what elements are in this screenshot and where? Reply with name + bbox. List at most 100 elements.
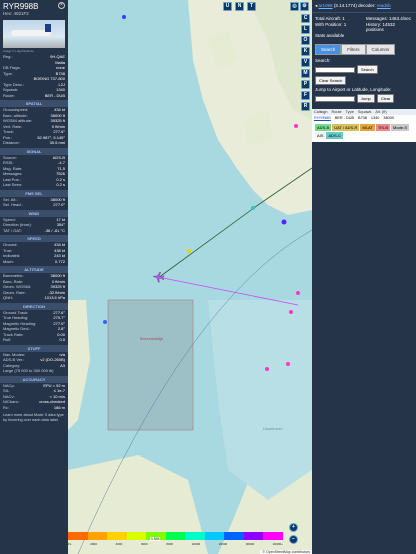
source-chip[interactable]: ADS-C <box>326 132 343 139</box>
altitude-swatch <box>263 532 284 540</box>
altitude-tick-label: 20000 <box>218 542 228 546</box>
clear-search-button[interactable]: Clear Search <box>315 76 347 85</box>
map-button-p[interactable]: P <box>301 80 310 89</box>
map-button-m[interactable]: M <box>301 69 310 78</box>
info-value: 0.772 <box>54 258 65 264</box>
aircraft-info-panel: RYR998B Hex: 4021F2 × Image © Luigi Dola… <box>0 0 68 554</box>
column-header[interactable]: Route <box>332 110 342 114</box>
section-header: ACCURACY <box>0 375 68 383</box>
search-input[interactable] <box>315 66 355 73</box>
map-button-k[interactable]: K <box>301 47 310 56</box>
map-settings-icon[interactable]: ⚙ <box>300 2 309 11</box>
info-value: 0.0 <box>59 337 65 342</box>
info-row: Large (75 000 to 300 000 lb) <box>0 368 68 374</box>
tab-filters[interactable]: Filters <box>341 44 366 55</box>
source-chip[interactable]: UAT / ADS-R <box>332 124 360 131</box>
altitude-swatch <box>165 532 186 540</box>
close-panel-icon[interactable]: × <box>58 2 65 9</box>
receiver-stats: Total Aircraft: 1 Messages: 1463.4/sec Wit… <box>312 13 416 41</box>
source-chip[interactable]: Mode-S <box>391 124 410 131</box>
jump-input[interactable] <box>315 95 355 102</box>
table-cell: BER - DUB <box>334 116 355 120</box>
jump-button[interactable]: Jump <box>357 94 375 103</box>
source-chip[interactable]: MLAT <box>360 124 375 131</box>
source-chip[interactable]: AIS <box>315 132 326 139</box>
map-button-u[interactable]: U <box>223 2 232 11</box>
altitude-tick-label: 2000 <box>90 542 97 546</box>
altitude-legend <box>68 532 284 540</box>
altitude-swatch <box>126 532 147 540</box>
map-button-o[interactable]: O <box>301 36 310 45</box>
altitude-tick-label: 4000 <box>115 542 123 546</box>
map-layers-icon[interactable]: ◎ <box>290 2 299 11</box>
info-value: 277.0° <box>53 202 65 207</box>
info-value: 30.6 nmi <box>49 140 65 145</box>
column-header[interactable]: Alt. (ft) <box>375 110 386 114</box>
map-button-t[interactable]: T <box>247 2 256 11</box>
table-cell: 1340 <box>370 116 380 120</box>
section-header: STUFF <box>0 344 68 352</box>
map-button-f[interactable]: F <box>301 91 310 100</box>
info-footer: Learn more about Mode S data type by hov… <box>3 413 64 422</box>
tab-columns[interactable]: Columns <box>365 44 396 55</box>
map-button-v[interactable]: V <box>301 58 310 67</box>
altitude-tick-label: 40000+ <box>272 542 283 546</box>
info-row: Last Seen: 0.2 s <box>0 182 68 188</box>
collapse-icon[interactable]: ◂ <box>315 3 317 8</box>
decoder-link[interactable]: readsb <box>377 3 391 8</box>
info-value: 0.2 s <box>56 182 65 187</box>
map-attribution: © OpenStreetMap contributors <box>260 550 312 554</box>
table-cell: B738 <box>358 116 367 120</box>
zoom-in-button[interactable]: + <box>289 523 298 532</box>
section-header: SIGNAL <box>0 147 68 155</box>
receiver-panel: ◂ ar1098 (3.14.1774) decoder: readsb Tot… <box>312 0 416 554</box>
altitude-swatch <box>204 532 225 540</box>
info-key: Mach: <box>3 258 14 264</box>
info-key: Large (75 000 to 300 000 lb) <box>3 368 54 373</box>
source-chip[interactable]: ADS-B <box>315 124 332 131</box>
stat-item: History: 14532 positions <box>366 22 396 32</box>
info-row: Roll: 0.0 <box>0 337 68 343</box>
table-cell: 38000 <box>383 116 394 120</box>
tab-search[interactable]: Search <box>315 44 342 55</box>
altitude-swatch <box>68 532 88 540</box>
column-header[interactable]: Squawk <box>358 110 372 114</box>
section-header: SPEED <box>0 235 68 242</box>
map-button-c[interactable]: C <box>301 14 310 23</box>
map-label-ijsselmeer: IJsselmeer <box>263 426 283 431</box>
column-header[interactable]: Type <box>346 110 354 114</box>
map-label-breezanddijk: Breezanddijk <box>140 336 163 341</box>
info-row: Distance: 30.6 nmi <box>0 140 68 146</box>
info-key: Sel. Head.: <box>3 202 23 207</box>
map-scale: 1 NM <box>150 537 161 541</box>
source-chip[interactable]: TIS-B <box>375 124 391 131</box>
info-row: QNH: 1013.6 hPa <box>0 295 68 301</box>
altitude-tick-label: 8000 <box>166 542 174 546</box>
receiver-header: ◂ ar1098 (3.14.1774) decoder: readsb <box>312 0 416 13</box>
altitude-swatch <box>243 532 264 540</box>
map-button-l[interactable]: L <box>301 25 310 34</box>
jump-clear-button[interactable]: Clear <box>376 94 395 103</box>
info-row: Route: BER - DUB <box>0 93 68 99</box>
altitude-swatch <box>107 532 127 540</box>
info-key: Type: <box>3 70 13 76</box>
stat-item: Messages: 1463.4/sec <box>366 16 412 21</box>
zoom-out-button[interactable]: − <box>289 535 298 544</box>
map-view[interactable]: Breezanddijk IJsselmeer U N T ◎ ⚙ CLOKVM… <box>68 0 312 554</box>
aircraft-hex: Hex: 4021F2 <box>3 11 29 16</box>
search-button[interactable]: Search <box>357 65 378 74</box>
stat-item: With Position: 1 <box>315 22 347 27</box>
info-value: BER - DUB <box>44 92 65 98</box>
column-header[interactable]: Callsign <box>314 110 328 114</box>
table-cell[interactable]: RYR998B <box>314 116 331 120</box>
stat-item: Total Aircraft: 1 <box>315 16 345 21</box>
section-header: SPATIAL <box>0 100 68 107</box>
info-row: Sel. Head.: 277.0° <box>0 202 68 208</box>
info-key: QNH: <box>3 295 13 300</box>
aircraft-photo[interactable] <box>3 20 65 48</box>
map-button-n[interactable]: N <box>235 2 244 11</box>
info-value: A3 <box>60 362 65 368</box>
receiver-name-link[interactable]: ar1098 <box>319 3 333 8</box>
info-value: -36 / -61 °C <box>44 227 66 233</box>
map-button-r[interactable]: R <box>301 102 310 111</box>
